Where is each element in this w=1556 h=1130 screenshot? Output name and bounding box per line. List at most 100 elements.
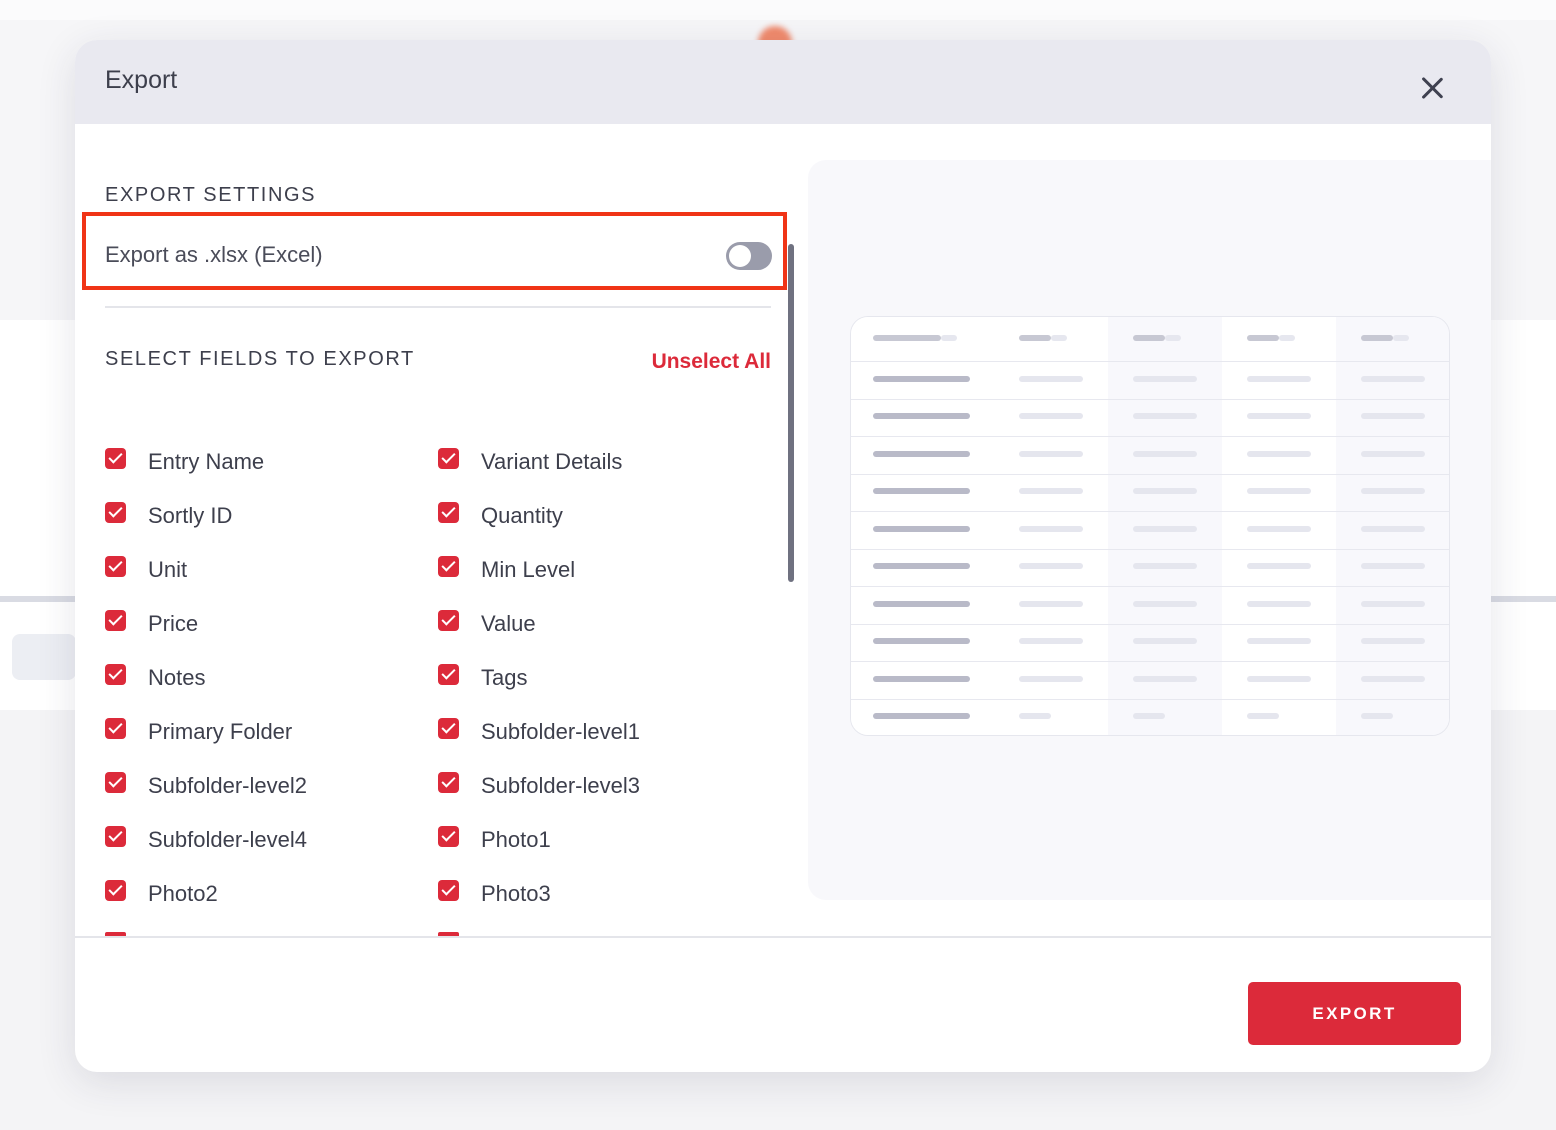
checkbox-checked-icon[interactable]: [105, 447, 126, 469]
checkbox-checked-icon[interactable]: [438, 663, 459, 685]
field-checkbox-row[interactable]: Notes: [105, 662, 205, 694]
field-checkbox-row[interactable]: Unit: [105, 554, 187, 586]
preview-cell-bar: [1247, 563, 1311, 569]
preview-row-divider: [851, 511, 1449, 512]
preview-row-divider: [851, 699, 1449, 700]
preview-cell-bar: [873, 601, 970, 607]
preview-cell-bar: [873, 526, 970, 532]
field-checkbox-row[interactable]: Value: [438, 608, 536, 640]
preview-cell-bar: [1133, 601, 1197, 607]
preview-row-divider: [851, 624, 1449, 625]
field-label: Subfolder-level3: [481, 773, 640, 798]
field-label: Subfolder-level2: [148, 773, 307, 798]
field-label: Sortly ID: [148, 503, 233, 528]
checkbox-checked-icon[interactable]: [105, 879, 126, 901]
preview-cell-bar: [873, 676, 970, 682]
field-checkbox-row[interactable]: Price: [105, 608, 198, 640]
preview-cell-bar: [1361, 713, 1393, 719]
preview-cell-bar: [1247, 376, 1311, 382]
field-checkbox-row[interactable]: Photo1: [438, 824, 551, 856]
field-checkbox-row[interactable]: Subfolder-level1: [438, 716, 640, 748]
field-label: Min Level: [481, 557, 576, 582]
preview-cell-bar: [1361, 488, 1425, 494]
field-checkbox-row[interactable]: Min Level: [438, 554, 575, 586]
preview-cell-bar: [1133, 526, 1197, 532]
checkbox-checked-icon[interactable]: [105, 825, 126, 847]
fields-scrollbar[interactable]: [788, 244, 794, 582]
field-checkbox-row[interactable]: Sortly ID: [105, 500, 232, 532]
field-checkbox-row[interactable]: Quantity: [438, 500, 563, 532]
field-checkbox-row[interactable]: Variant Details: [438, 446, 622, 478]
export-settings-pane: EXPORT SETTINGS Export as .xlsx (Excel) …: [75, 124, 810, 936]
checkbox-checked-icon[interactable]: [438, 447, 459, 469]
checkbox-checked-icon[interactable]: [105, 609, 126, 631]
field-checkbox-row[interactable]: Photo2: [105, 878, 218, 910]
preview-cell-bar: [873, 638, 970, 644]
field-label: Price: [148, 611, 199, 636]
checkbox-checked-icon[interactable]: [105, 555, 126, 577]
checkbox-checked-icon[interactable]: [105, 663, 126, 685]
checkbox-checked-icon[interactable]: [438, 609, 459, 631]
preview-header-bar-tail: [1165, 335, 1181, 341]
field-label: Subfolder-level1: [481, 719, 640, 744]
checkbox-checked-icon[interactable]: [438, 555, 459, 577]
checkbox-checked-icon[interactable]: [438, 501, 459, 523]
preview-cell-bar: [1019, 676, 1083, 682]
preview-cell-bar: [1019, 601, 1083, 607]
preview-cell-bar: [1019, 451, 1083, 457]
checkbox-checked-icon[interactable]: [438, 825, 459, 847]
export-settings-title: EXPORT SETTINGS: [105, 184, 317, 206]
preview-row-divider: [851, 549, 1449, 550]
field-label: Photo3: [481, 881, 551, 906]
preview-cell-bar: [1247, 638, 1311, 644]
field-label: Photo2: [148, 881, 218, 906]
preview-cell-bar: [1361, 451, 1425, 457]
export-modal: Export EXPORT SETTINGS Export as .xlsx (…: [75, 40, 1491, 1072]
preview-cell-bar: [1019, 563, 1083, 569]
preview-cell-bar: [873, 376, 970, 382]
field-checkbox-row[interactable]: Primary Folder: [105, 716, 292, 748]
preview-header-bar-tail: [941, 335, 957, 341]
preview-cell-bar: [1247, 413, 1311, 419]
export-button[interactable]: EXPORT: [1248, 982, 1461, 1045]
preview-cell-bar: [1361, 676, 1425, 682]
checkbox-checked-icon[interactable]: [105, 717, 126, 739]
preview-cell-bar: [1247, 451, 1311, 457]
checkbox-checked-icon[interactable]: [438, 717, 459, 739]
preview-cell-bar: [873, 413, 970, 419]
preview-row-divider: [851, 586, 1449, 587]
preview-header-bar: [1247, 335, 1279, 341]
field-checkbox-row[interactable]: Photo3: [438, 878, 551, 910]
preview-cell-bar: [1019, 376, 1083, 382]
settings-divider: [105, 306, 771, 308]
field-label: Entry Name: [148, 449, 265, 474]
preview-cell-bar: [1361, 638, 1425, 644]
checkbox-checked-icon[interactable]: [438, 771, 459, 793]
field-checkbox-row[interactable]: Subfolder-level4: [105, 824, 307, 856]
preview-cell-bar: [1247, 713, 1279, 719]
field-checkbox-row[interactable]: Subfolder-level2: [105, 770, 307, 802]
preview-cell-bar: [1133, 563, 1197, 569]
field-label: Quantity: [481, 503, 563, 528]
preview-row-divider: [851, 661, 1449, 662]
preview-cell-bar: [873, 713, 970, 719]
preview-cell-bar: [1133, 413, 1197, 419]
preview-header-bar-tail: [1279, 335, 1295, 341]
modal-header: Export: [75, 40, 1491, 124]
checkbox-checked-icon[interactable]: [105, 501, 126, 523]
field-checkbox-row[interactable]: Tags: [438, 662, 527, 694]
close-icon[interactable]: [1415, 70, 1451, 106]
preview-cell-bar: [1361, 526, 1425, 532]
field-label: Notes: [148, 665, 206, 690]
preview-header-bar-tail: [1051, 335, 1067, 341]
preview-cell-bar: [873, 488, 970, 494]
field-label: Variant Details: [481, 449, 623, 474]
checkbox-checked-icon[interactable]: [438, 879, 459, 901]
checkbox-checked-icon[interactable]: [105, 771, 126, 793]
preview-cell-bar: [1019, 413, 1083, 419]
field-checkbox-row[interactable]: Entry Name: [105, 446, 264, 478]
preview-cell-bar: [1133, 638, 1197, 644]
unselect-all-link[interactable]: Unselect All: [652, 350, 771, 374]
preview-cell-bar: [873, 451, 970, 457]
field-checkbox-row[interactable]: Subfolder-level3: [438, 770, 640, 802]
